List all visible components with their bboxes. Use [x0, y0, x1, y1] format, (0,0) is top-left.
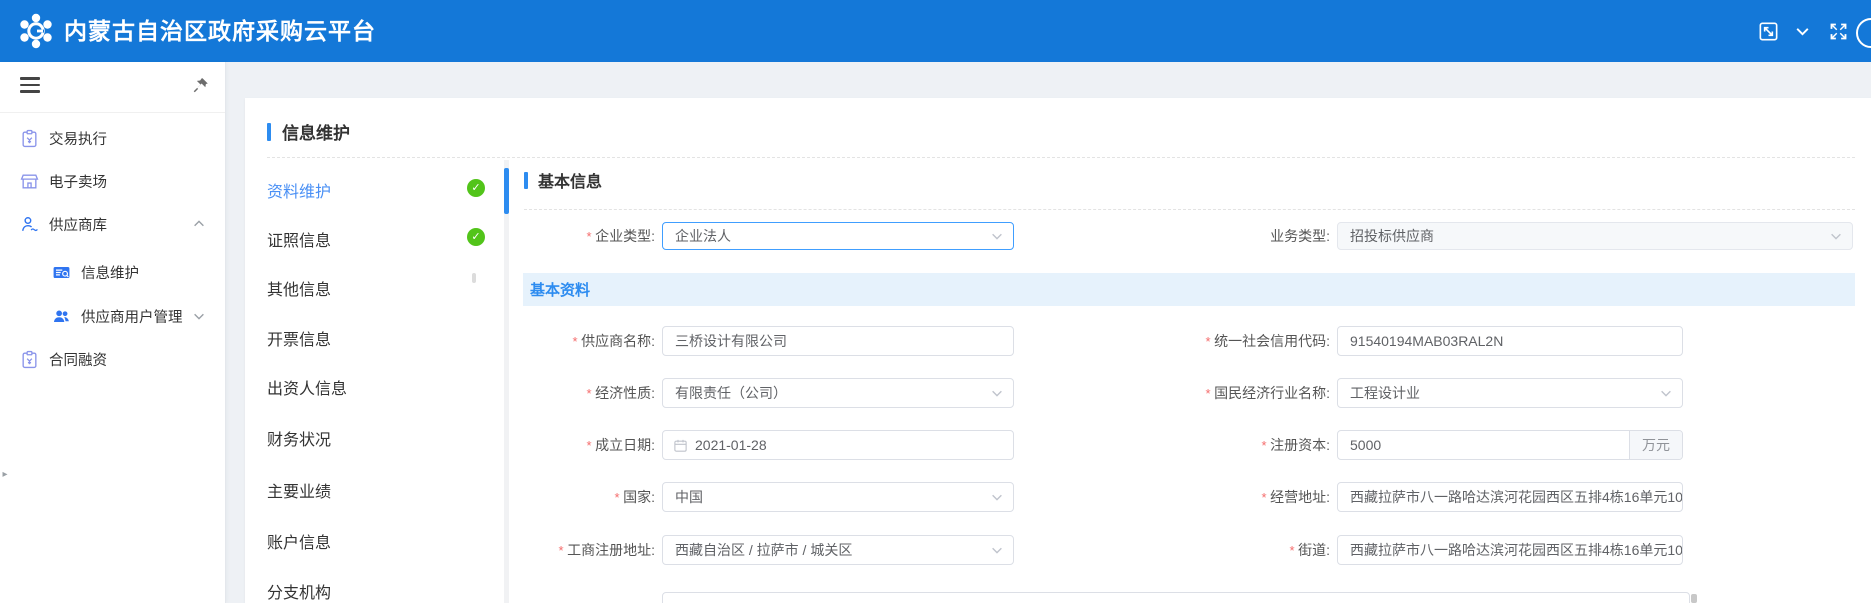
screen-scale-icon[interactable] — [1757, 0, 1780, 62]
chevron-up-icon[interactable] — [192, 217, 206, 231]
divider — [524, 209, 1855, 210]
supplier-person-icon — [20, 215, 39, 234]
label-founding-date: 成立日期: — [395, 430, 655, 461]
input-value: 三桥设计有限公司 — [675, 331, 787, 351]
doc-search-icon — [52, 263, 71, 282]
sidebar-item-label: 合同融资 — [49, 349, 107, 370]
credit-code-input[interactable]: 91540194MAB03RAL2N — [1337, 326, 1683, 356]
calendar-icon — [673, 438, 688, 453]
input-value: 2021-01-28 — [695, 437, 767, 453]
clipboard-yen-icon — [20, 129, 39, 148]
supplier-name-input[interactable]: 三桥设计有限公司 — [662, 326, 1014, 356]
sidebar-item-label: 交易执行 — [49, 128, 107, 149]
sidebar-item-label: 信息维护 — [81, 262, 139, 283]
label-business-address: 经营地址: — [1085, 482, 1330, 513]
input-value: 91540194MAB03RAL2N — [1350, 333, 1503, 349]
label-business-type: 业务类型: — [1085, 222, 1330, 250]
subnav-item-invoicing[interactable]: 开票信息 — [267, 330, 331, 352]
label-economic-nature: 经济性质: — [395, 378, 655, 409]
sidebar-item-label: 供应商用户管理 — [81, 306, 183, 327]
menu-toggle-icon[interactable] — [20, 77, 40, 93]
panel-collapse-handle[interactable]: ▸ — [0, 466, 10, 484]
registered-capital-input[interactable]: 5000 万元 — [1337, 430, 1683, 460]
chevron-down-icon — [990, 386, 1004, 400]
sidebar-item-emall[interactable]: 电子卖场 — [20, 169, 107, 193]
title-accent-bar — [267, 123, 271, 141]
sidebar-item-label: 电子卖场 — [49, 171, 107, 192]
label-industry: 国民经济行业名称: — [1085, 378, 1330, 409]
sidebar-item-contract-finance[interactable]: 合同融资 — [20, 347, 107, 371]
sidebar-item-info-maintenance[interactable]: 信息维护 — [52, 260, 139, 284]
storefront-icon — [20, 172, 39, 191]
subnav-item-other[interactable]: 其他信息 — [267, 280, 331, 302]
check-complete-icon: ✓ — [467, 179, 485, 197]
sidebar-item-label: 供应商库 — [49, 214, 107, 235]
input-value: 西藏拉萨市八一路哈达滨河花园西区五排4栋16单元102 — [1350, 540, 1683, 560]
sidebar: 交易执行 电子卖场 供应商库 信息维护 — [0, 62, 226, 603]
input-value: 西藏拉萨市八一路哈达滨河花园西区五排4栋16单元102 — [1350, 487, 1683, 507]
country-select[interactable]: 中国 — [662, 482, 1014, 512]
chevron-down-icon — [1659, 386, 1673, 400]
registered-address-cascader[interactable]: 西藏自治区 / 拉萨市 / 城关区 — [662, 535, 1014, 565]
subnav-item-accounts[interactable]: 账户信息 — [267, 533, 331, 555]
label-supplier-name: 供应商名称: — [395, 326, 655, 357]
form-scrollbar-thumb[interactable] — [504, 168, 509, 214]
chevron-down-icon — [990, 543, 1004, 557]
app-title: 内蒙古自治区政府采购云平台 — [64, 0, 376, 62]
clipboard-yen-icon — [20, 350, 39, 369]
label-company-type: 企业类型: — [395, 222, 655, 251]
founding-date-picker[interactable]: 2021-01-28 — [662, 430, 1014, 460]
partial-textarea[interactable] — [662, 592, 1690, 603]
unit-suffix: 万元 — [1629, 431, 1682, 459]
business-type-select[interactable]: 招投标供应商 — [1337, 222, 1853, 250]
label-registered-capital: 注册资本: — [1085, 430, 1330, 461]
label-street: 街道: — [1085, 535, 1330, 566]
subnav-item-investors[interactable]: 出资人信息 — [267, 379, 347, 401]
business-address-input[interactable]: 西藏拉萨市八一路哈达滨河花园西区五排4栋16单元102 — [1337, 482, 1683, 512]
select-value: 西藏自治区 / 拉萨市 / 城关区 — [675, 540, 852, 560]
economic-nature-select[interactable]: 有限责任（公司） — [662, 378, 1014, 408]
platform-logo-icon — [16, 11, 56, 51]
chevron-down-icon — [990, 490, 1004, 504]
chevron-down-icon — [990, 229, 1004, 243]
fullscreen-icon[interactable] — [1828, 0, 1849, 62]
subsection-band: 基本资料 — [523, 273, 1855, 306]
divider — [267, 157, 1855, 158]
users-icon — [52, 307, 71, 326]
subnav-item-performance[interactable]: 主要业绩 — [267, 482, 331, 504]
textarea-resize-grip[interactable] — [1691, 594, 1697, 603]
chevron-down-icon[interactable] — [192, 309, 206, 323]
select-value: 中国 — [675, 487, 703, 507]
select-value: 工程设计业 — [1350, 383, 1420, 403]
select-value: 有限责任（公司） — [675, 383, 787, 403]
industry-select[interactable]: 工程设计业 — [1337, 378, 1683, 408]
select-value: 招投标供应商 — [1350, 226, 1434, 246]
subnav-item-profile[interactable]: 资料维护 — [267, 182, 331, 204]
sidebar-item-supplier-users[interactable]: 供应商用户管理 — [52, 304, 183, 328]
company-type-select[interactable]: 企业法人 — [662, 222, 1014, 250]
app-header: 内蒙古自治区政府采购云平台 — [0, 0, 1871, 62]
section-accent-bar — [524, 172, 528, 189]
input-value: 5000 — [1350, 437, 1381, 453]
label-country: 国家: — [395, 482, 655, 513]
subsection-title: 基本资料 — [530, 279, 590, 300]
sidebar-toolbar — [0, 62, 225, 113]
select-value: 企业法人 — [675, 226, 731, 246]
subnav-scrollbar[interactable] — [472, 273, 476, 283]
subnav-item-finance[interactable]: 财务状况 — [267, 430, 331, 452]
label-registered-address: 工商注册地址: — [395, 535, 655, 566]
subnav-item-licenses[interactable]: 证照信息 — [267, 231, 331, 253]
section-title: 基本信息 — [538, 168, 602, 192]
chevron-down-icon — [1829, 229, 1843, 243]
content-card: 信息维护 资料维护 证照信息 其他信息 开票信息 出资人信息 财务状况 主要业绩… — [245, 98, 1871, 603]
sidebar-item-trade[interactable]: 交易执行 — [20, 126, 107, 150]
avatar[interactable] — [1856, 18, 1871, 48]
street-input[interactable]: 西藏拉萨市八一路哈达滨河花园西区五排4栋16单元102 — [1337, 535, 1683, 565]
sidebar-item-suppliers[interactable]: 供应商库 — [20, 212, 107, 236]
label-credit-code: 统一社会信用代码: — [1085, 326, 1330, 357]
pin-icon[interactable] — [192, 76, 210, 94]
page-title: 信息维护 — [282, 119, 350, 144]
chevron-down-icon[interactable] — [1794, 0, 1811, 62]
subnav-item-branches[interactable]: 分支机构 — [267, 583, 331, 603]
